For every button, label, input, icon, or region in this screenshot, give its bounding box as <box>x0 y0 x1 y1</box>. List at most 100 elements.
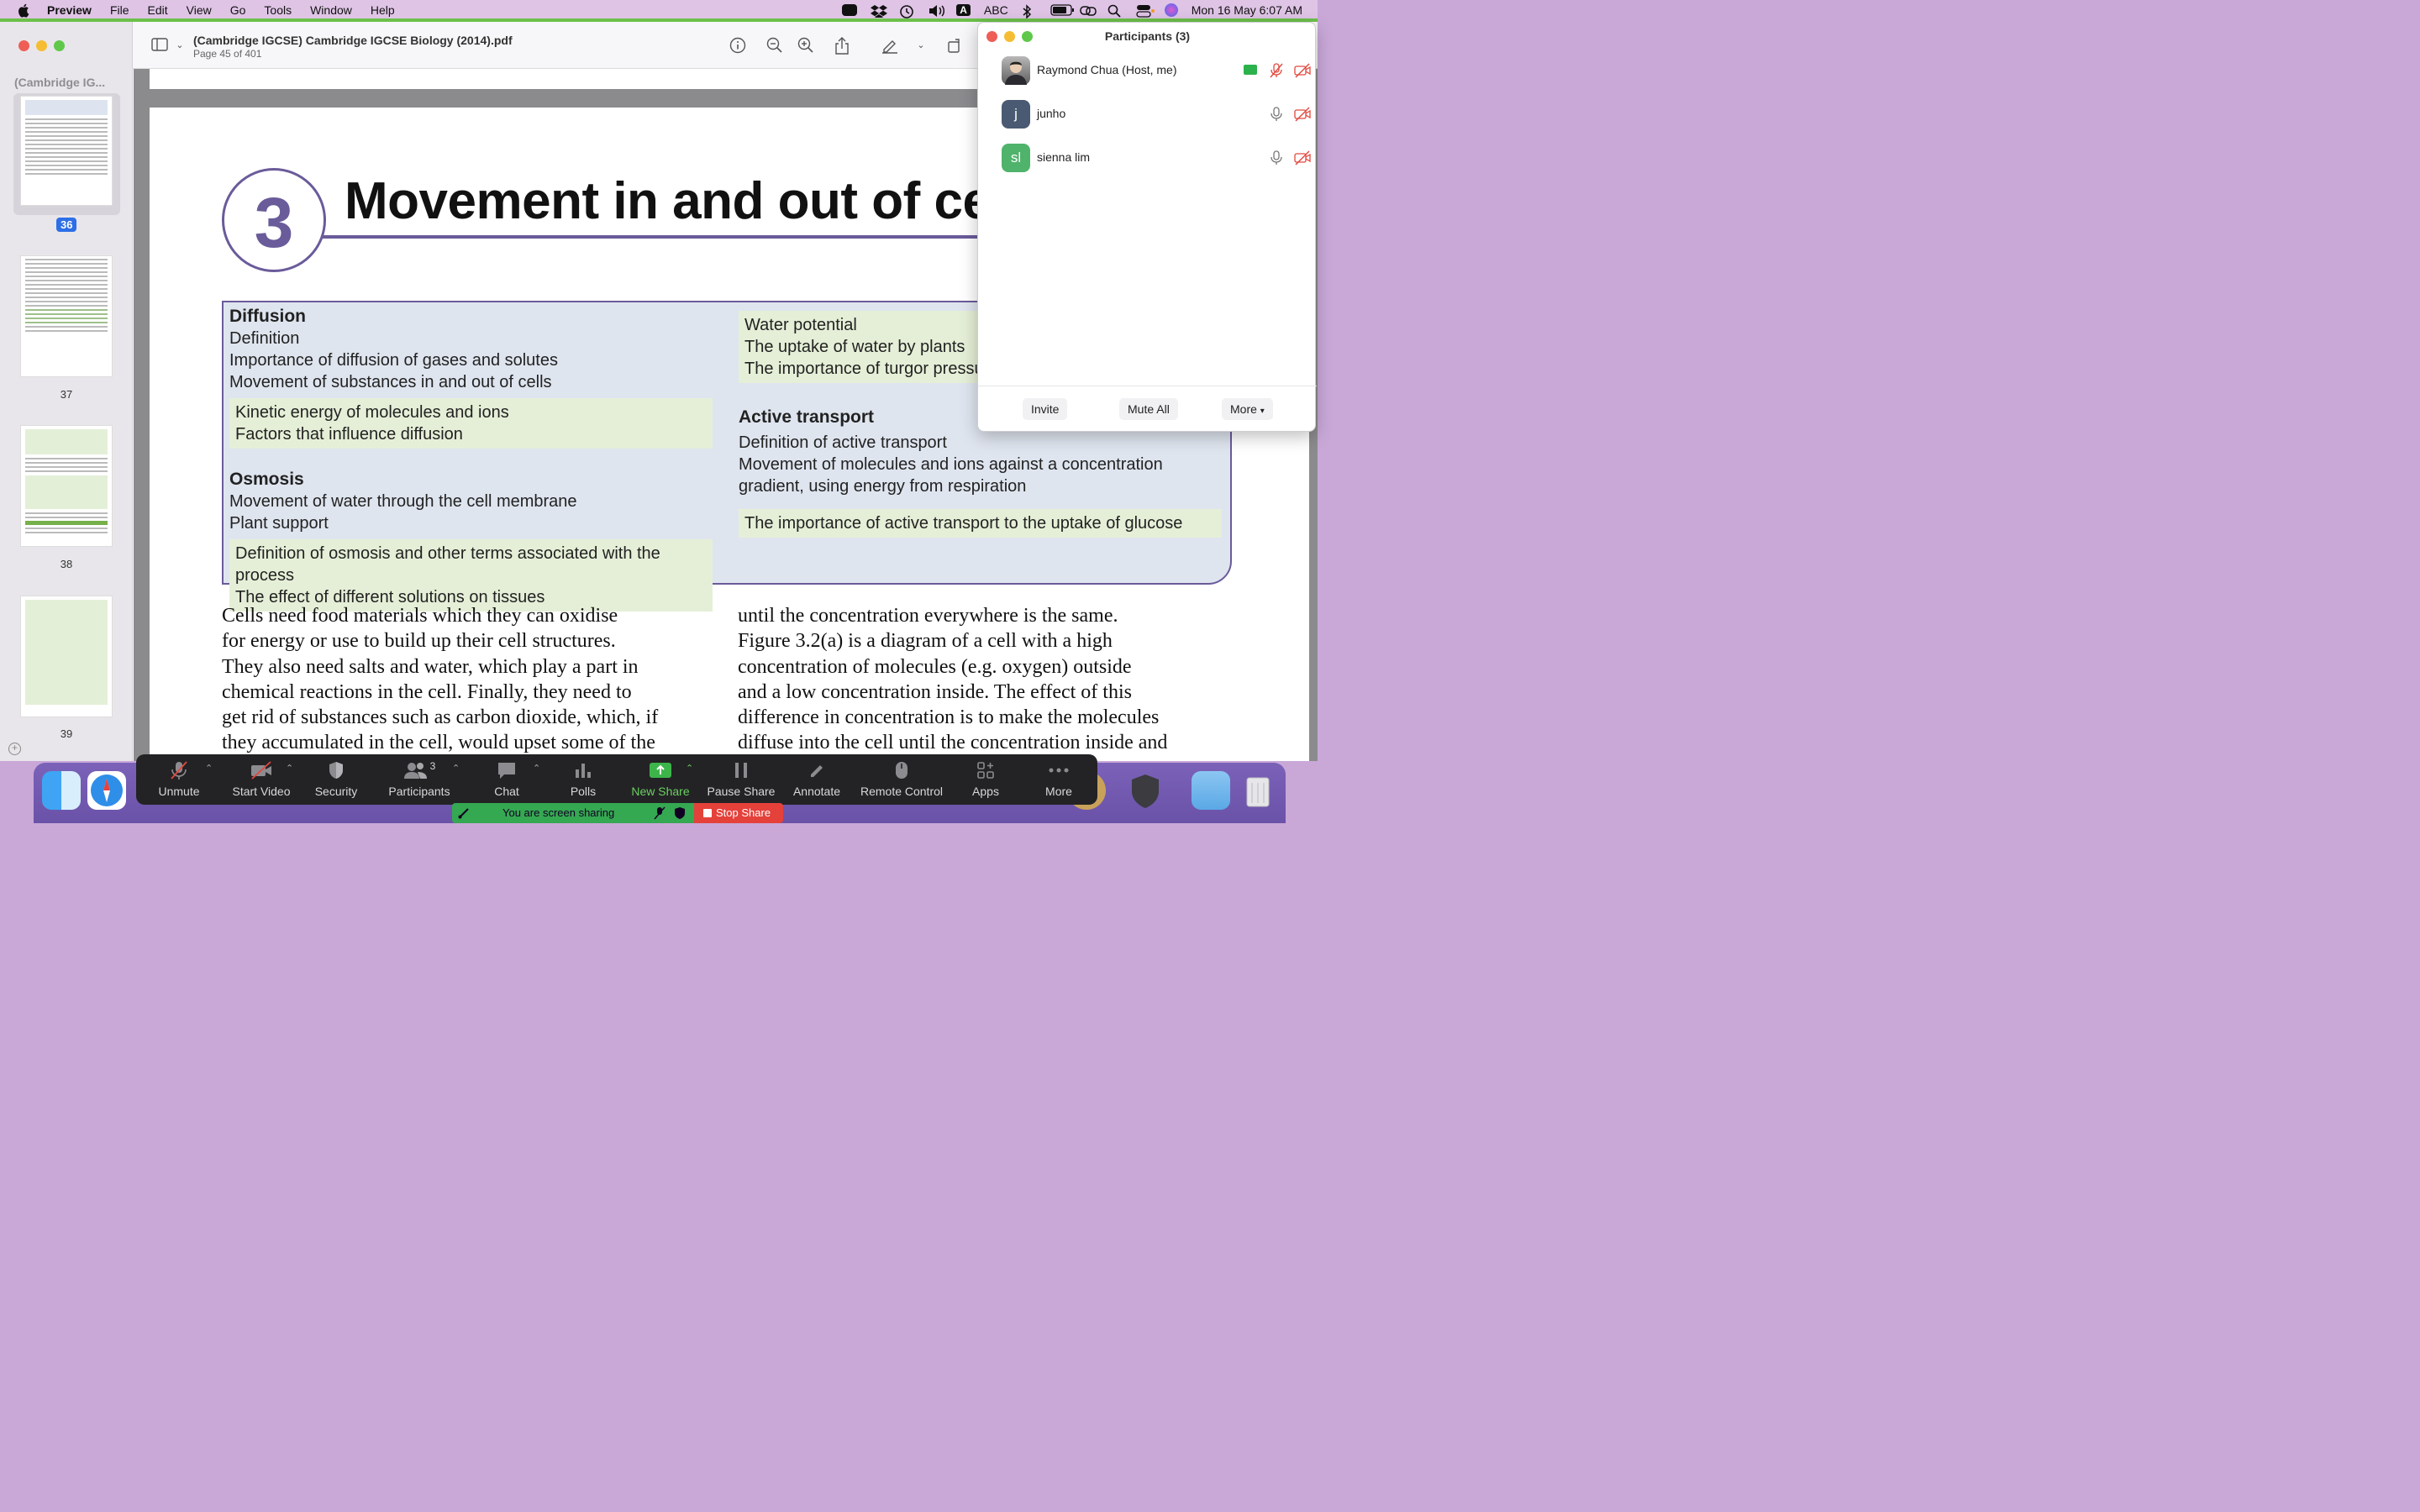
mic-muted-icon[interactable] <box>1269 63 1284 78</box>
contents-item: Factors that influence diffusion <box>235 425 463 444</box>
more-options-button[interactable]: More <box>1037 759 1081 801</box>
battery-icon[interactable] <box>1050 4 1074 16</box>
zoom-out-icon[interactable] <box>766 37 783 54</box>
pause-icon <box>735 763 747 778</box>
invite-button[interactable]: Invite <box>1023 398 1068 420</box>
mic-muted-icon <box>171 761 187 780</box>
avatar: sl <box>1002 144 1030 172</box>
markup-pen-icon[interactable] <box>881 37 897 54</box>
thumbnail-page-38[interactable] <box>20 425 113 547</box>
apps-button[interactable]: Apps <box>965 759 1007 801</box>
zoom-menubar-icon[interactable] <box>842 4 858 16</box>
video-off-icon[interactable] <box>1294 107 1311 122</box>
time-machine-icon[interactable] <box>899 4 914 18</box>
new-share-button[interactable]: New Share <box>629 759 692 801</box>
input-source-label[interactable]: ABC <box>984 3 1008 17</box>
close-window-button[interactable] <box>18 40 29 51</box>
more-button[interactable]: More ▾ <box>1222 398 1273 420</box>
body-text-right: until the concentration everywhere is th… <box>738 603 1234 756</box>
apps-icon <box>977 762 994 779</box>
participants-button[interactable]: 3 Participants <box>385 759 454 801</box>
body-text-left: Cells need food materials which they can… <box>222 603 718 756</box>
downloads-folder-icon[interactable] <box>1192 771 1230 810</box>
video-off-icon[interactable] <box>1294 150 1311 165</box>
trash-icon[interactable] <box>1239 771 1277 810</box>
chat-label: Chat <box>494 785 519 798</box>
polls-button[interactable]: Polls <box>561 759 605 801</box>
security-button[interactable]: Security <box>308 759 365 801</box>
video-options-chevron-icon[interactable]: ⌃ <box>286 763 293 774</box>
annotate-label: Annotate <box>792 785 841 798</box>
zoom-window-button[interactable] <box>54 40 65 51</box>
screen-mirroring-icon[interactable] <box>1079 4 1097 16</box>
chat-options-chevron-icon[interactable]: ⌃ <box>533 763 540 774</box>
video-off-icon[interactable] <box>1294 63 1311 78</box>
chat-button[interactable]: Chat <box>482 759 531 801</box>
menu-file[interactable]: File <box>110 3 129 17</box>
share-icon[interactable] <box>834 37 850 55</box>
stop-share-button[interactable]: Stop Share <box>694 803 783 823</box>
menu-view[interactable]: View <box>187 3 212 17</box>
apple-logo-icon[interactable] <box>17 3 32 18</box>
unmute-button[interactable]: Unmute <box>148 759 210 801</box>
sharing-indicator[interactable]: You are screen sharing <box>452 803 694 823</box>
chevron-down-icon[interactable]: ⌄ <box>171 37 188 54</box>
control-center-icon[interactable] <box>1136 4 1155 18</box>
volume-icon[interactable] <box>928 4 945 17</box>
remote-control-button[interactable]: Remote Control <box>859 759 944 801</box>
audio-options-chevron-icon[interactable]: ⌃ <box>205 763 213 774</box>
zoom-shield-icon <box>457 806 471 820</box>
body-line: Figure 3.2(a) is a diagram of a cell wit… <box>738 630 1113 653</box>
menu-tools[interactable]: Tools <box>264 3 292 17</box>
participant-row[interactable]: Raymond Chua (Host, me) <box>1002 56 1311 87</box>
zoom-in-icon[interactable] <box>797 37 814 54</box>
sidebar-title: (Cambridge IG... <box>14 76 106 89</box>
sidebar-toggle-icon[interactable] <box>151 37 168 54</box>
contents-item: Movement of water through the cell membr… <box>229 492 577 511</box>
shield-app-icon[interactable] <box>1126 771 1165 810</box>
menubar-clock[interactable]: Mon 16 May 6:07 AM <box>1192 3 1302 17</box>
menu-help[interactable]: Help <box>371 3 395 17</box>
pause-share-button[interactable]: Pause Share <box>706 759 776 801</box>
input-source-icon[interactable]: A <box>956 4 971 16</box>
thumbnail-page-39[interactable] <box>20 596 113 717</box>
unmute-label: Unmute <box>158 785 200 798</box>
sharing-status-text: You are screen sharing <box>502 806 615 819</box>
screen-share-status-bar: You are screen sharing Stop Share <box>452 803 783 823</box>
minimize-window-button[interactable] <box>36 40 47 51</box>
safari-icon[interactable] <box>87 771 126 810</box>
mic-icon[interactable] <box>1269 107 1284 122</box>
participant-row[interactable]: sl sienna lim <box>1002 144 1311 174</box>
document-title: (Cambridge IGCSE) Cambridge IGCSE Biolog… <box>193 34 513 47</box>
chapter-title: Movement in and out of cells <box>345 172 1048 230</box>
body-line: difference in concentration is to make t… <box>738 706 1160 729</box>
mute-all-button[interactable]: Mute All <box>1119 398 1178 420</box>
share-options-chevron-icon[interactable]: ⌃ <box>686 763 693 774</box>
thumbnail-page-37[interactable] <box>20 255 113 377</box>
avatar <box>1002 56 1030 85</box>
spotlight-search-icon[interactable] <box>1107 4 1123 18</box>
bluetooth-icon[interactable] <box>1022 4 1037 19</box>
thumbnail-label-38: 38 <box>60 558 73 570</box>
participant-row[interactable]: j junho <box>1002 100 1311 130</box>
apps-label: Apps <box>972 785 999 798</box>
add-page-icon[interactable]: + <box>8 743 21 755</box>
annotate-pencil-icon <box>811 765 823 777</box>
thumbnail-sidebar: (Cambridge IG... 36 37 38 39 + <box>0 22 133 761</box>
info-icon[interactable] <box>729 37 746 54</box>
contents-item: The importance of active transport to th… <box>744 514 1183 533</box>
mic-icon[interactable] <box>1269 150 1284 165</box>
thumbnail-page-36[interactable] <box>20 96 113 206</box>
menu-go[interactable]: Go <box>230 3 246 17</box>
rotate-icon[interactable] <box>946 37 963 54</box>
siri-icon[interactable] <box>1164 3 1178 17</box>
security-label: Security <box>314 785 358 798</box>
dropbox-icon[interactable] <box>871 4 888 20</box>
finder-icon[interactable] <box>42 771 81 810</box>
annotate-button[interactable]: Annotate <box>790 759 844 801</box>
participants-options-chevron-icon[interactable]: ⌃ <box>452 763 460 774</box>
menu-edit[interactable]: Edit <box>148 3 168 17</box>
menu-app-name[interactable]: Preview <box>47 3 92 17</box>
menu-window[interactable]: Window <box>310 3 352 17</box>
markup-options-chevron-icon[interactable]: ⌄ <box>913 37 929 54</box>
